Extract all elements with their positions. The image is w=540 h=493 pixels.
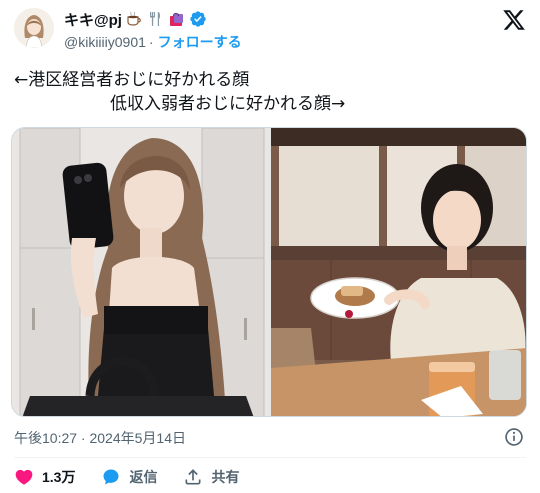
- coffee-emoji-icon: [125, 10, 143, 28]
- photo-right[interactable]: [271, 128, 526, 416]
- handle-row: @kikiiiiy0901 · フォローする: [64, 32, 242, 52]
- photo-left[interactable]: [12, 128, 268, 416]
- divider: [14, 457, 526, 458]
- shopping-bag-emoji-icon: [167, 10, 185, 28]
- share-icon: [185, 469, 201, 485]
- cutlery-emoji-icon: [146, 10, 164, 28]
- tweet-text-line-1: ←港区経営者おじに好かれる顔: [14, 70, 250, 90]
- verified-badge-icon: [189, 10, 207, 28]
- x-logo-icon[interactable]: [502, 8, 526, 32]
- like-button[interactable]: 1.3万: [14, 467, 75, 487]
- tweet-timestamp[interactable]: 午後10:27 · 2024年5月14日: [14, 428, 186, 448]
- media-grid: [11, 127, 527, 417]
- info-icon[interactable]: [504, 427, 524, 447]
- follow-button[interactable]: フォローする: [158, 32, 242, 52]
- tweet-text-line-2: 低収入弱者おじに好かれる顔→: [110, 94, 346, 114]
- avatar[interactable]: [14, 8, 54, 48]
- display-name-row: キキ@pj: [64, 9, 207, 29]
- like-count: 1.3万: [42, 469, 76, 485]
- tweet-text: ←港区経営者おじに好かれる顔 低収入弱者おじに好かれる顔→: [14, 68, 524, 116]
- heart-icon: [15, 469, 33, 485]
- reply-bubble-icon: [103, 469, 119, 485]
- share-label: 共有: [211, 469, 240, 485]
- reply-button[interactable]: 返信: [101, 467, 157, 487]
- handle[interactable]: @kikiiiiy0901: [64, 34, 146, 50]
- display-name[interactable]: キキ@pj: [64, 9, 122, 30]
- action-bar: 1.3万 返信 共有: [14, 466, 265, 488]
- tweet-header: キキ@pj @kikiiiiy0901 · フォローする: [0, 0, 540, 64]
- share-button[interactable]: 共有: [183, 467, 239, 487]
- separator-dot: ·: [148, 34, 154, 50]
- reply-label: 返信: [129, 469, 158, 485]
